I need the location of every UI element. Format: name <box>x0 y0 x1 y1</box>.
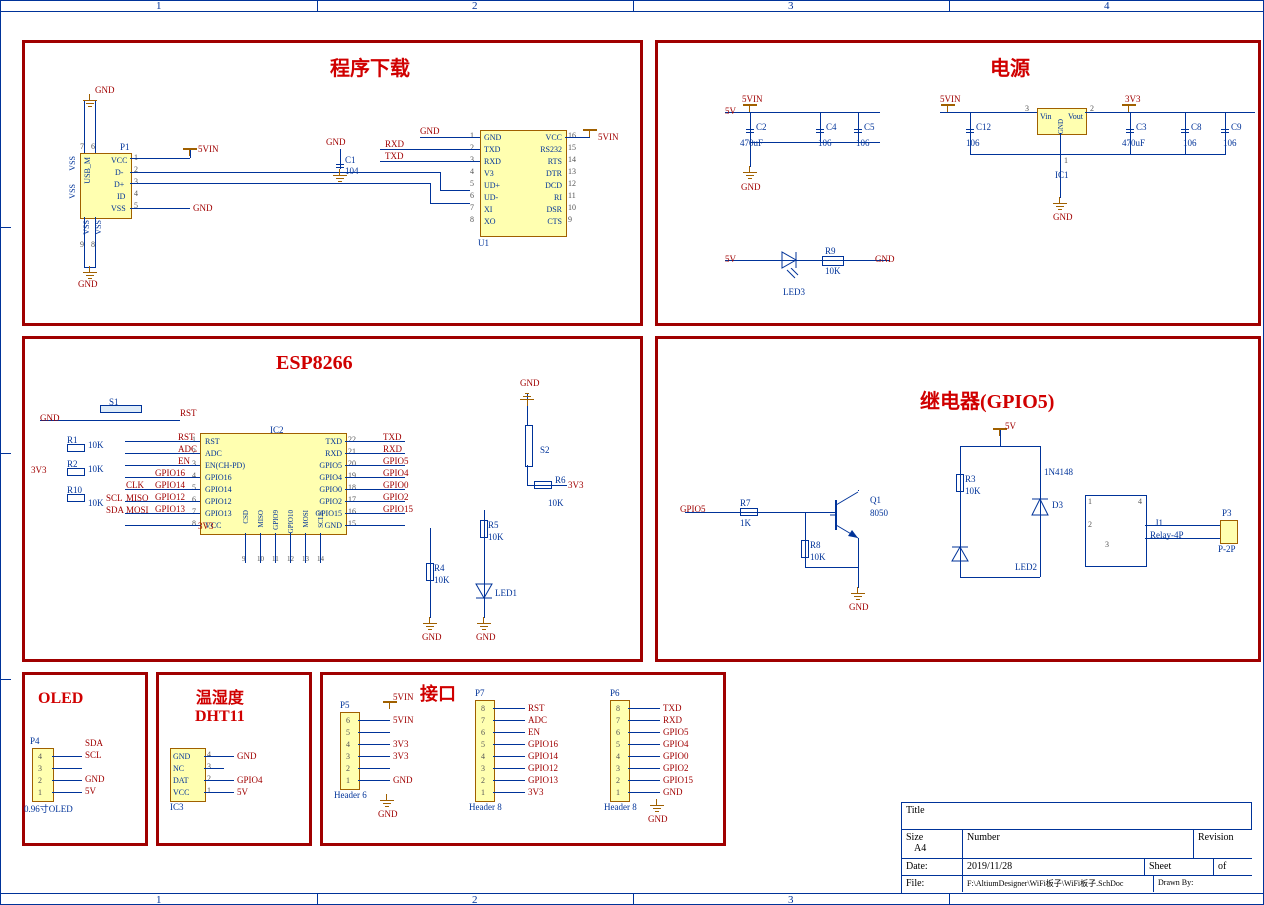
desig-u1: U1 <box>478 238 489 248</box>
component-led3 <box>780 250 800 270</box>
component-r1 <box>67 444 85 452</box>
component-p3 <box>1220 520 1238 544</box>
tb-file-label: File: <box>902 876 963 892</box>
gnd-symbol-2 <box>83 272 97 282</box>
tb-of-label: of <box>1214 859 1252 875</box>
component-c8 <box>1181 125 1189 137</box>
component-c3 <box>1126 125 1134 137</box>
component-c9 <box>1221 125 1229 137</box>
component-c5 <box>854 125 862 137</box>
tb-size-label: SizeA4 <box>902 830 963 858</box>
component-r7 <box>740 508 758 516</box>
desig-p4: P4 <box>30 736 40 746</box>
component-c1 <box>336 160 344 172</box>
desig-ic1: IC1 <box>1055 170 1069 180</box>
title-interface: 接口 <box>420 680 456 706</box>
grid-col-3b: 3 <box>788 894 794 905</box>
net-rxd-u1: RXD <box>385 139 404 149</box>
component-led1 <box>474 582 494 602</box>
title-dht: 温湿度 DHT11 <box>195 684 245 726</box>
grid-col-2: 2 <box>472 0 478 12</box>
component-p6 <box>610 700 630 802</box>
net-5vin-power2: 5VIN <box>940 94 961 104</box>
tb-number-label: Number <box>963 830 1194 858</box>
component-p7 <box>475 700 495 802</box>
grid-col-2b: 2 <box>472 894 478 905</box>
title-block: Title SizeA4 Number Revision Date: 2019/… <box>901 802 1252 893</box>
net-5v-power: 5V <box>725 106 736 116</box>
desig-p1: P1 <box>120 142 130 152</box>
led3-arrows <box>785 268 799 282</box>
p1-type: USB_M <box>83 157 92 184</box>
net-gnd-3: GND <box>193 203 213 213</box>
component-c4 <box>816 125 824 137</box>
component-r5 <box>480 520 488 538</box>
power-bar-5vin <box>183 148 197 150</box>
net-txd-u1: TXD <box>385 151 404 161</box>
net-gpio5-relay: GPIO5 <box>680 504 706 514</box>
tb-date-label: Date: <box>902 859 963 875</box>
grid-col-3: 3 <box>788 0 794 12</box>
tb-drawn-label: Drawn By: <box>1154 876 1252 892</box>
grid-col-4: 4 <box>1104 0 1110 12</box>
net-gnd-u1: GND <box>420 126 440 136</box>
component-r6 <box>534 481 552 489</box>
component-r2 <box>67 468 85 476</box>
title-power: 电源 <box>990 52 1030 81</box>
component-s1 <box>100 405 142 413</box>
net-5vin-u1: 5VIN <box>598 132 619 142</box>
component-led2 <box>950 545 970 565</box>
grid-col-1: 1 <box>156 0 162 12</box>
desig-ic3: IC3 <box>170 802 184 812</box>
component-c2 <box>746 125 754 137</box>
title-program-download: 程序下载 <box>330 52 410 81</box>
desig-ic2: IC2 <box>270 425 284 435</box>
tb-date-val: 2019/11/28 <box>963 859 1145 875</box>
tb-title-label: Title <box>902 803 1252 829</box>
component-r3 <box>956 474 964 492</box>
component-d3 <box>1028 495 1052 519</box>
tb-revision-label: Revision <box>1194 830 1252 858</box>
grid-col-1b: 1 <box>156 894 162 905</box>
title-esp8266: ESP8266 <box>276 352 353 375</box>
gnd-symbol-1 <box>83 100 97 110</box>
component-r8 <box>801 540 809 558</box>
net-5vin-1: 5VIN <box>198 144 219 154</box>
component-s2 <box>525 425 533 467</box>
component-c12 <box>966 125 974 137</box>
title-oled: OLED <box>38 690 83 708</box>
schematic-sheet: 1 2 3 4 1 2 3 程序下载 P1 USB_M VCC D- D+ ID… <box>0 0 1264 905</box>
component-p5 <box>340 712 360 790</box>
tb-sheet-label: Sheet <box>1145 859 1214 875</box>
component-q1 <box>830 490 870 540</box>
net-5vin-power: 5VIN <box>742 94 763 104</box>
component-r9 <box>822 256 844 266</box>
component-r10 <box>67 494 85 502</box>
component-r4 <box>426 563 434 581</box>
component-p4 <box>32 748 54 802</box>
net-3v3-power: 3V3 <box>1125 94 1141 104</box>
tb-file-val: F:\AltiumDesigner\WiFi板子\WiFi板子.SchDoc <box>963 876 1154 892</box>
net-gnd-1: GND <box>95 85 115 95</box>
title-relay: 继电器(GPIO5) <box>920 385 1054 414</box>
